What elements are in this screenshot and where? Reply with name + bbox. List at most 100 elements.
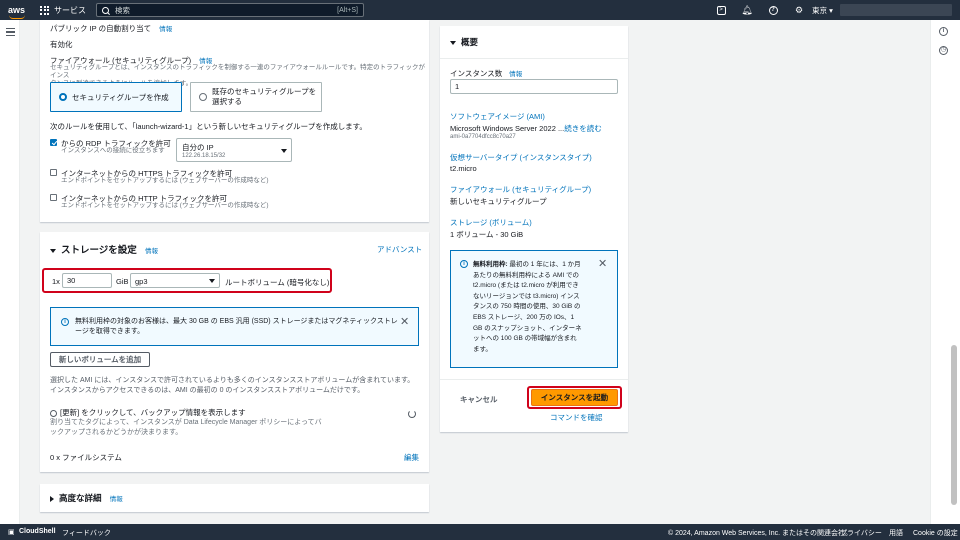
storage-summary-label-link[interactable]: ストレージ (ボリューム)	[450, 217, 532, 228]
add-volume-button[interactable]: 新しいボリュームを追加	[50, 352, 150, 367]
free-tier-line: ないリージョンでは t3.micro) インス	[473, 292, 580, 300]
aws-logo[interactable]: aws	[8, 5, 30, 19]
aws-smile-icon	[9, 15, 25, 19]
history-icon[interactable]: ◷	[939, 46, 948, 55]
backup-desc-line-1: 割り当てたタグによって、インスタンスが Data Lifecycle Manag…	[50, 419, 322, 426]
terms-link[interactable]: 用語	[889, 528, 903, 538]
search-input[interactable]: 検索 [Alt+S]	[96, 3, 364, 17]
advanced-details-info-link[interactable]: 情報	[110, 496, 123, 503]
cloudshell-footer-icon[interactable]: ▣	[8, 528, 15, 536]
advanced-details-title: 高度な詳細	[59, 493, 102, 503]
free-tier-summary-text: 無料利用枠: 最初の 1 年には、1 か月 あたりの無料利用枠による AMI で…	[473, 260, 582, 355]
footer-bar: ▣ CloudShell フィードバック © 2024, Amazon Web …	[0, 524, 960, 540]
storage-summary-value: 1 ボリューム - 30 GiB	[450, 230, 524, 239]
cloudshell-link[interactable]: CloudShell	[19, 528, 56, 535]
cancel-button[interactable]: キャンセル	[460, 394, 498, 405]
left-side-rail	[0, 20, 20, 524]
close-icon[interactable]: ✕	[598, 259, 607, 270]
region-selector[interactable]: 東京 ▾	[812, 5, 833, 16]
search-icon	[102, 6, 109, 14]
allow-http-checkbox[interactable]	[50, 194, 57, 201]
info-icon: i	[460, 260, 468, 268]
edit-filesystems-link[interactable]: 編集	[404, 452, 419, 463]
help-icon[interactable]: ?	[760, 3, 786, 17]
allow-http-sub: エンドポイントをセットアップするには (ウェブサーバーの作成時など)	[61, 202, 269, 209]
divider	[440, 58, 628, 59]
ami-value: Microsoft Windows Server 2022 ...	[450, 124, 565, 133]
instance-count-info-link[interactable]: 情報	[509, 71, 522, 78]
ami-id: ami-0a7704dfcc8c70a27	[450, 134, 516, 140]
backup-desc-line-2: ックアップされるかどうかが決まります。	[50, 429, 183, 436]
firewall-summary-label-link[interactable]: ファイアウォール (セキュリティグループ)	[450, 184, 591, 195]
allow-https-sub: エンドポイントをセットアップするには (ウェブサーバーの作成時など)	[61, 177, 269, 184]
page-scrollbar[interactable]	[951, 345, 957, 505]
free-tier-line: t2.micro (または t2.micro が利用でき	[473, 282, 579, 290]
ami-note-line-2: インスタンスからアクセスできるのは、AMI の最初の 0 のインスタンスストアボ…	[50, 387, 365, 394]
allow-rdp-checkbox[interactable]	[50, 139, 57, 146]
advanced-details-header[interactable]: 高度な詳細 情報	[50, 492, 123, 504]
cookie-settings-link[interactable]: Cookie の設定	[913, 528, 958, 538]
bell-icon[interactable]: 🔔︎	[734, 3, 760, 17]
copyright-text: © 2024, Amazon Web Services, Inc. またはその関…	[668, 530, 852, 537]
close-icon[interactable]: ✕	[400, 317, 409, 328]
info-panel-icon[interactable]: i	[939, 27, 948, 36]
allow-https-checkbox[interactable]	[50, 169, 57, 176]
existing-sg-label-line-1: 既存のセキュリティグループを	[212, 87, 317, 96]
firewall-desc-line-1: セキュリティグループとは、インスタンスのトラフィックを制御する一連のファイアウォ…	[50, 64, 426, 79]
source-ip-select[interactable]: 自分の IP 122.26.18.15/32	[176, 138, 292, 162]
free-tier-msg-line-1: 無料利用枠の対象のお客様は、最大 30 GB の EBS 汎用 (SSD) スト…	[75, 318, 398, 325]
services-grid-icon[interactable]	[40, 5, 49, 15]
free-tier-line: GB のスナップショット、インターネ	[473, 324, 582, 332]
filesystems-count: 0 x ファイルシステム	[50, 453, 122, 462]
instance-count-input[interactable]: 1	[450, 79, 618, 94]
instance-type-label-link[interactable]: 仮想サーバータイプ (インスタンスタイプ)	[450, 152, 592, 163]
chevron-down-icon	[281, 149, 287, 153]
existing-security-group-option[interactable]: 既存のセキュリティグループを 選択する	[190, 82, 322, 112]
ami-read-more-link[interactable]: 続きを読む	[564, 124, 602, 133]
cloudshell-icon[interactable]: >	[708, 3, 734, 17]
create-security-group-label: セキュリティグループを作成	[72, 92, 169, 102]
advanced-link[interactable]: アドバンスト	[377, 244, 422, 255]
network-settings-panel: パブリック IP の自動割り当て 情報 有効化 ファイアウォール (セキュリティ…	[40, 20, 429, 222]
storage-info-link[interactable]: 情報	[145, 248, 158, 255]
search-placeholder: 検索	[115, 5, 130, 15]
source-ip-address: 122.26.18.15/32	[182, 153, 226, 159]
free-tier-summary-alert: i 無料利用枠: 最初の 1 年には、1 か月 あたりの無料利用枠による AMI…	[450, 250, 618, 368]
storage-panel: ストレージを設定 情報 アドバンスト 1x 30 GiB gp3 ルートボリュー…	[40, 232, 429, 472]
free-tier-line: ます。	[473, 345, 492, 353]
storage-header[interactable]: ストレージを設定 情報	[50, 242, 158, 256]
refresh-icon[interactable]	[408, 410, 416, 418]
free-tier-line: タンスの 750 時間の使用、30 GiB の	[473, 303, 581, 311]
highlight-storage-row	[42, 268, 332, 293]
radio-unselected	[199, 93, 207, 101]
instance-count-label: インスタンス数	[450, 69, 503, 78]
aws-logo-text: aws	[8, 5, 26, 15]
ami-label-link[interactable]: ソフトウェアイメージ (AMI)	[450, 111, 545, 122]
free-tier-line: あたりの無料利用枠による AMI での	[473, 271, 579, 279]
instance-type-value: t2.micro	[450, 164, 477, 173]
backup-title: [更新] をクリックして、バックアップ情報を表示します	[60, 408, 246, 417]
nav-icons: > 🔔︎ ? ⚙︎	[708, 3, 812, 17]
free-tier-msg-line-2: ージを取得できます。	[75, 328, 145, 335]
feedback-link[interactable]: フィードバック	[62, 528, 111, 538]
create-security-group-option[interactable]: セキュリティグループを作成	[50, 82, 182, 112]
advanced-details-panel: 高度な詳細 情報	[40, 484, 429, 512]
caret-down-icon	[450, 40, 456, 45]
free-tier-line: EBS ストレージ、200 万の IOs、1	[473, 313, 575, 321]
free-tier-line: ットへの 100 GB の帯域幅が含まれ	[473, 335, 577, 343]
services-menu-button[interactable]: サービス	[54, 5, 86, 16]
summary-title: 概要	[461, 37, 479, 47]
refresh-status-icon	[50, 409, 57, 417]
rule-note: 次のルールを使用して、「launch-wizard-1」という新しいセキュリティ…	[50, 122, 367, 131]
firewall-summary-value: 新しいセキュリティグループ	[450, 197, 547, 206]
public-ip-info-link[interactable]: 情報	[159, 26, 172, 33]
summary-panel: 概要 インスタンス数 情報 1 ソフトウェアイメージ (AMI) Microso…	[440, 26, 628, 432]
gear-icon[interactable]: ⚙︎	[786, 3, 812, 17]
caret-down-icon	[50, 248, 56, 253]
privacy-link[interactable]: プライバシー	[840, 528, 882, 538]
summary-header[interactable]: 概要	[450, 36, 478, 48]
account-menu[interactable]	[840, 4, 952, 16]
info-icon: i	[61, 318, 69, 326]
hamburger-menu-icon[interactable]	[6, 28, 15, 38]
preview-command-link[interactable]: コマンドを確認	[550, 412, 603, 423]
